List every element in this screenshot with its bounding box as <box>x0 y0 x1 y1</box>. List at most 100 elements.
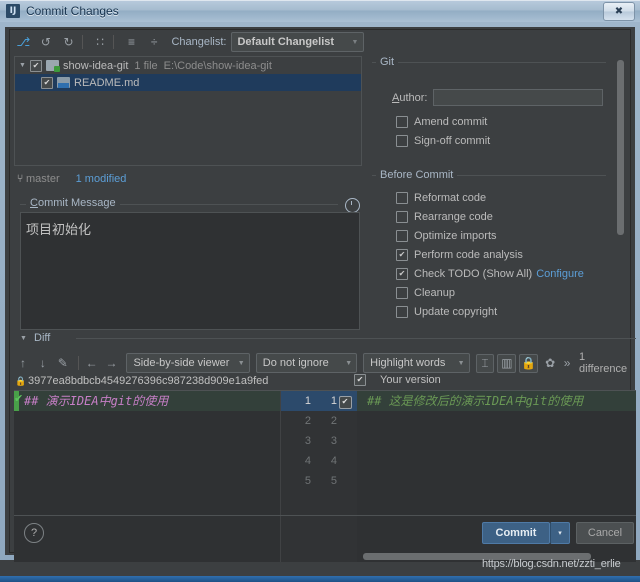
taskbar <box>0 576 640 582</box>
refresh-icon[interactable]: ↻ <box>59 33 78 51</box>
update-copyright-checkbox[interactable] <box>396 306 408 318</box>
viewer-mode-select[interactable]: Side-by-side viewer ▼ <box>126 353 249 373</box>
gutter-row[interactable]: 2 2 <box>281 411 357 431</box>
rearrange-code-option[interactable]: Rearrange code <box>396 211 493 223</box>
edit-source-icon[interactable]: ✎ <box>54 354 72 372</box>
gutter-left-number: 1 <box>281 391 311 411</box>
next-difference-icon[interactable]: ↓ <box>34 354 52 372</box>
toolbar-separator-2 <box>113 35 114 49</box>
perform-code-analysis-checkbox[interactable]: ✔ <box>396 249 408 261</box>
commit-message-group: CCommit Messageommit Message 项目初始化 <box>14 198 362 330</box>
git-panel-scrollbar-thumb[interactable] <box>617 60 624 235</box>
show-diff-icon[interactable]: ⎇ <box>14 33 33 51</box>
amend-commit-checkbox[interactable] <box>396 116 408 128</box>
gutter-right-number: 5 <box>311 471 337 491</box>
cancel-button[interactable]: Cancel <box>576 522 634 544</box>
close-icon[interactable]: ✖ <box>603 2 635 21</box>
rearrange-code-label: Rearrange code <box>414 211 493 223</box>
diff-group-divider <box>76 338 636 339</box>
gutter-row[interactable]: 3 3 <box>281 431 357 451</box>
show-whitespace-icon[interactable]: ▥ <box>497 354 516 373</box>
update-copyright-option[interactable]: Update copyright <box>396 306 497 318</box>
diff-left-line-1: ## 演示IDEA中git的使用 <box>14 391 280 411</box>
optimize-imports-checkbox[interactable] <box>396 230 408 242</box>
commit-dropdown-button[interactable]: ▾ <box>550 522 570 544</box>
chevron-down-icon[interactable]: ▼ <box>20 335 27 342</box>
gutter-accept-checkbox <box>337 411 353 431</box>
optimize-imports-option[interactable]: Optimize imports <box>396 230 497 242</box>
accept-left-icon[interactable]: ← <box>83 354 101 372</box>
gutter-row[interactable]: 4 4 <box>281 451 357 471</box>
folder-icon <box>46 60 59 71</box>
file-label: README.md <box>74 77 139 89</box>
git-panel-scrollbar[interactable] <box>617 60 624 260</box>
gutter-right-number: 1 <box>311 391 337 411</box>
repository-checkbox[interactable]: ✔ <box>30 60 42 72</box>
signoff-commit-option[interactable]: Sign-off commit <box>396 135 490 147</box>
clock-icon[interactable] <box>345 198 360 213</box>
optimize-imports-label: Optimize imports <box>414 230 497 242</box>
changelist-select[interactable]: Default Changelist ▼ <box>231 32 364 52</box>
dialog-footer: ? Commit ▾ Cancel <box>14 515 636 550</box>
changelist-label: Changelist: <box>171 36 226 48</box>
author-row: Author: <box>392 89 603 106</box>
chevron-down-icon: ▼ <box>341 360 356 367</box>
repository-path: E:\Code\show-idea-git <box>164 60 272 72</box>
your-version-checkbox[interactable]: ✔ <box>354 374 366 386</box>
check-todo-option[interactable]: ✔ Check TODO (Show All) Configure <box>396 268 584 280</box>
gutter-left-number: 5 <box>281 471 311 491</box>
chevron-down-icon: ▼ <box>234 360 249 367</box>
tree-row-repository[interactable]: ▼ ✔ show-idea-git 1 file E:\Code\show-id… <box>15 57 361 74</box>
diff-group-header: ▼ Diff <box>14 332 636 346</box>
changes-tree[interactable]: ▼ ✔ show-idea-git 1 file E:\Code\show-id… <box>14 56 362 166</box>
gutter-accept-checkbox[interactable]: ✔ <box>337 391 353 411</box>
cleanup-checkbox[interactable] <box>396 287 408 299</box>
perform-code-analysis-option[interactable]: ✔ Perform code analysis <box>396 249 523 261</box>
configure-link[interactable]: Configure <box>536 268 584 280</box>
git-group-label: Git <box>376 56 398 68</box>
expand-all-icon[interactable]: ≡ <box>122 33 141 51</box>
ignore-mode-select[interactable]: Do not ignore ▼ <box>256 353 357 373</box>
commit-button[interactable]: Commit <box>482 522 550 544</box>
amend-commit-option[interactable]: Amend commit <box>396 116 487 128</box>
prev-difference-icon[interactable]: ↑ <box>14 354 32 372</box>
author-field[interactable] <box>433 89 603 106</box>
file-checkbox[interactable]: ✔ <box>41 77 53 89</box>
expand-toolbar-icon[interactable]: » <box>561 354 573 372</box>
cleanup-option[interactable]: Cleanup <box>396 287 455 299</box>
commit-message-input[interactable]: 项目初始化 <box>20 212 360 330</box>
rearrange-code-checkbox[interactable] <box>396 211 408 223</box>
commit-message-value: 项目初始化 <box>21 213 359 238</box>
tree-row-file[interactable]: ✔ README.md <box>15 74 361 91</box>
changelist-value: Default Changelist <box>237 36 334 48</box>
gear-icon[interactable]: ✿ <box>541 354 559 372</box>
markdown-file-icon <box>57 77 70 88</box>
diff-right-header: ✔ Your version <box>354 374 441 386</box>
reformat-code-checkbox[interactable] <box>396 192 408 204</box>
change-accepted-icon: ✔ <box>14 392 23 405</box>
gutter-row[interactable]: 1 1 ✔ <box>281 391 357 411</box>
reformat-code-label: Reformat code <box>414 192 486 204</box>
group-by-icon[interactable]: ∷ <box>91 33 110 51</box>
highlight-mode-select[interactable]: Highlight words ▼ <box>363 353 469 373</box>
lock-icon[interactable]: 🔒 <box>519 354 538 373</box>
reformat-code-option[interactable]: Reformat code <box>396 192 486 204</box>
chevron-down-icon[interactable]: ▼ <box>19 62 30 69</box>
gutter-left-number: 2 <box>281 411 311 431</box>
gutter-right-number: 3 <box>311 431 337 451</box>
window-title: Commit Changes <box>26 4 119 18</box>
collapse-unchanged-icon[interactable]: ⌶ <box>476 354 495 373</box>
check-todo-checkbox[interactable]: ✔ <box>396 268 408 280</box>
changes-toolbar: ⎇ ↺ ↻ ∷ ≡ ÷ Changelist: Default Changeli… <box>10 30 364 54</box>
collapse-all-icon[interactable]: ÷ <box>145 33 164 51</box>
help-button[interactable]: ? <box>24 523 44 543</box>
diff-toolbar: ↑ ↓ ✎ ← → Side-by-side viewer ▼ Do not i… <box>14 352 636 374</box>
rollback-icon[interactable]: ↺ <box>37 33 56 51</box>
before-commit-label: Before Commit <box>376 169 457 181</box>
commit-changes-window: IJ Commit Changes ✖ ⎇ ↺ ↻ ∷ ≡ ÷ Changeli… <box>0 0 640 582</box>
gutter-row[interactable]: 5 5 <box>281 471 357 491</box>
signoff-commit-checkbox[interactable] <box>396 135 408 147</box>
repository-file-count: 1 file <box>134 60 157 72</box>
modified-count: 1 modified <box>76 173 127 185</box>
accept-right-icon[interactable]: → <box>103 354 121 372</box>
